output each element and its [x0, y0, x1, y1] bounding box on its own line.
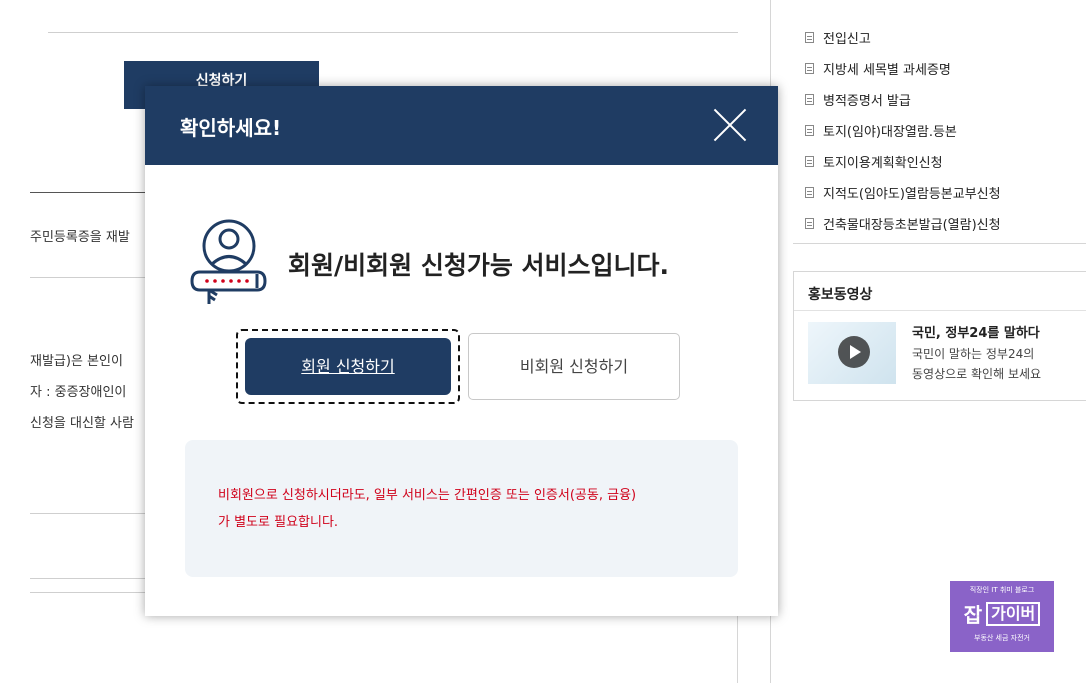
member-apply-button[interactable]: 회원 신청하기: [245, 338, 451, 395]
logo-main-j: 잡: [963, 603, 983, 627]
logo-top-text: 직장인 IT 취미 블로그: [969, 586, 1035, 594]
video-thumbnail[interactable]: [808, 322, 896, 384]
sidebar-list-bottom-border: [793, 243, 1086, 244]
sidebar-item[interactable]: 지방세 세목별 과세증명: [805, 53, 1057, 84]
section-divider: [30, 192, 150, 193]
document-icon: [805, 125, 814, 136]
document-icon: [805, 63, 814, 74]
modal-title: 확인하세요!: [180, 116, 282, 140]
background-text-4: 신청을 대신할 사람: [30, 416, 134, 431]
sidebar-item[interactable]: 병적증명서 발급: [805, 84, 1057, 115]
video-title[interactable]: 국민, 정부24를 말하다: [912, 322, 1040, 341]
service-message: 회원/비회원 신청가능 서비스입니다.: [288, 251, 670, 280]
blog-logo: 직장인 IT 취미 블로그 잡 가이버 부동산 세금 자전거: [950, 581, 1054, 652]
play-icon[interactable]: [838, 336, 870, 368]
section-divider: [30, 277, 150, 278]
modal-header: 확인하세요!: [145, 86, 778, 165]
sidebar-item[interactable]: 건축물대장등초본발급(열람)신청: [805, 208, 1057, 239]
logo-main-g: 가이버: [986, 601, 1041, 626]
close-icon[interactable]: [712, 107, 748, 143]
notice-text: 비회원으로 신청하시더라도, 일부 서비스는 간편인증 또는 인증서(공동, 금…: [218, 488, 637, 530]
top-divider: [48, 32, 738, 33]
document-icon: [805, 218, 814, 229]
sidebar-item[interactable]: 전입신고: [805, 22, 1057, 53]
background-text-2: 재발급)은 본인이: [30, 354, 123, 369]
promo-title: 홍보동영상: [808, 287, 873, 303]
logo-bottom-text: 부동산 세금 자전거: [974, 634, 1030, 642]
content-right-border: [737, 610, 738, 683]
sidebar-service-list: 전입신고 지방세 세목별 과세증명 병적증명서 발급 토지(임야)대장열람.등본…: [805, 22, 1057, 239]
member-button-focus-ring: 회원 신청하기: [236, 329, 460, 404]
user-login-icon: [190, 219, 267, 304]
document-icon: [805, 32, 814, 43]
section-divider: [30, 513, 150, 514]
notice-box: 비회원으로 신청하시더라도, 일부 서비스는 간편인증 또는 인증서(공동, 금…: [185, 440, 738, 577]
sidebar-item[interactable]: 지적도(임야도)열람등본교부신청: [805, 177, 1057, 208]
background-text-3: 자 : 중증장애인이: [30, 385, 127, 400]
document-icon: [805, 94, 814, 105]
video-description: 국민이 말하는 정부24의 동영상으로 확인해 보세요: [912, 347, 1042, 381]
sidebar-item[interactable]: 토지(임야)대장열람.등본: [805, 115, 1057, 146]
promo-video-box: 홍보동영상 국민, 정부24를 말하다 국민이 말하는 정부24의 동영상으로 …: [793, 271, 1086, 401]
section-divider: [30, 578, 150, 579]
document-icon: [805, 187, 814, 198]
confirm-modal: 확인하세요! 회원/비회원 신청가능 서비스입니다. 회원 신청하기 비회원 신…: [145, 86, 778, 616]
document-icon: [805, 156, 814, 167]
background-text-1: 주민등록증을 재발: [30, 230, 130, 245]
sidebar-item[interactable]: 토지이용계획확인신청: [805, 146, 1057, 177]
guest-apply-button[interactable]: 비회원 신청하기: [468, 333, 680, 400]
section-divider: [30, 592, 150, 593]
promo-divider: [794, 310, 1086, 311]
